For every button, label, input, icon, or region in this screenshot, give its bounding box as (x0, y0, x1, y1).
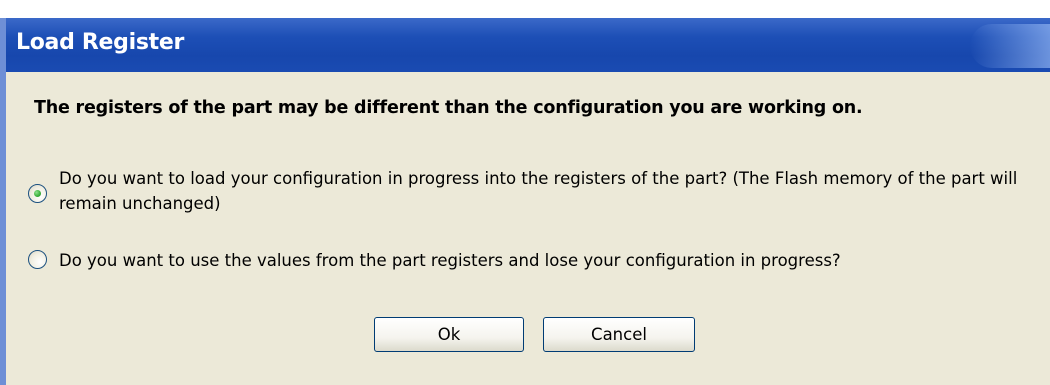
radio-use-part-values[interactable] (28, 250, 47, 269)
title-bar-decoration (970, 24, 1050, 68)
option-load-configuration-label[interactable]: Do you want to load your configuration i… (59, 166, 1034, 216)
cancel-button[interactable]: Cancel (543, 317, 695, 352)
option-use-part-values-label[interactable]: Do you want to use the values from the p… (59, 248, 1034, 273)
option-load-configuration[interactable]: Do you want to load your configuration i… (28, 166, 1038, 226)
option-use-part-values[interactable]: Do you want to use the values from the p… (28, 248, 1038, 278)
title-bar[interactable]: Load Register (0, 18, 1050, 72)
dialog-body: The registers of the part may be differe… (6, 72, 1050, 385)
dialog-message: The registers of the part may be differe… (34, 98, 863, 118)
load-register-dialog: Load Register The registers of the part … (0, 0, 1050, 385)
radio-selected-dot (34, 190, 41, 197)
radio-load-configuration[interactable] (28, 184, 47, 203)
window-title: Load Register (16, 30, 185, 55)
ok-button[interactable]: Ok (374, 317, 524, 352)
